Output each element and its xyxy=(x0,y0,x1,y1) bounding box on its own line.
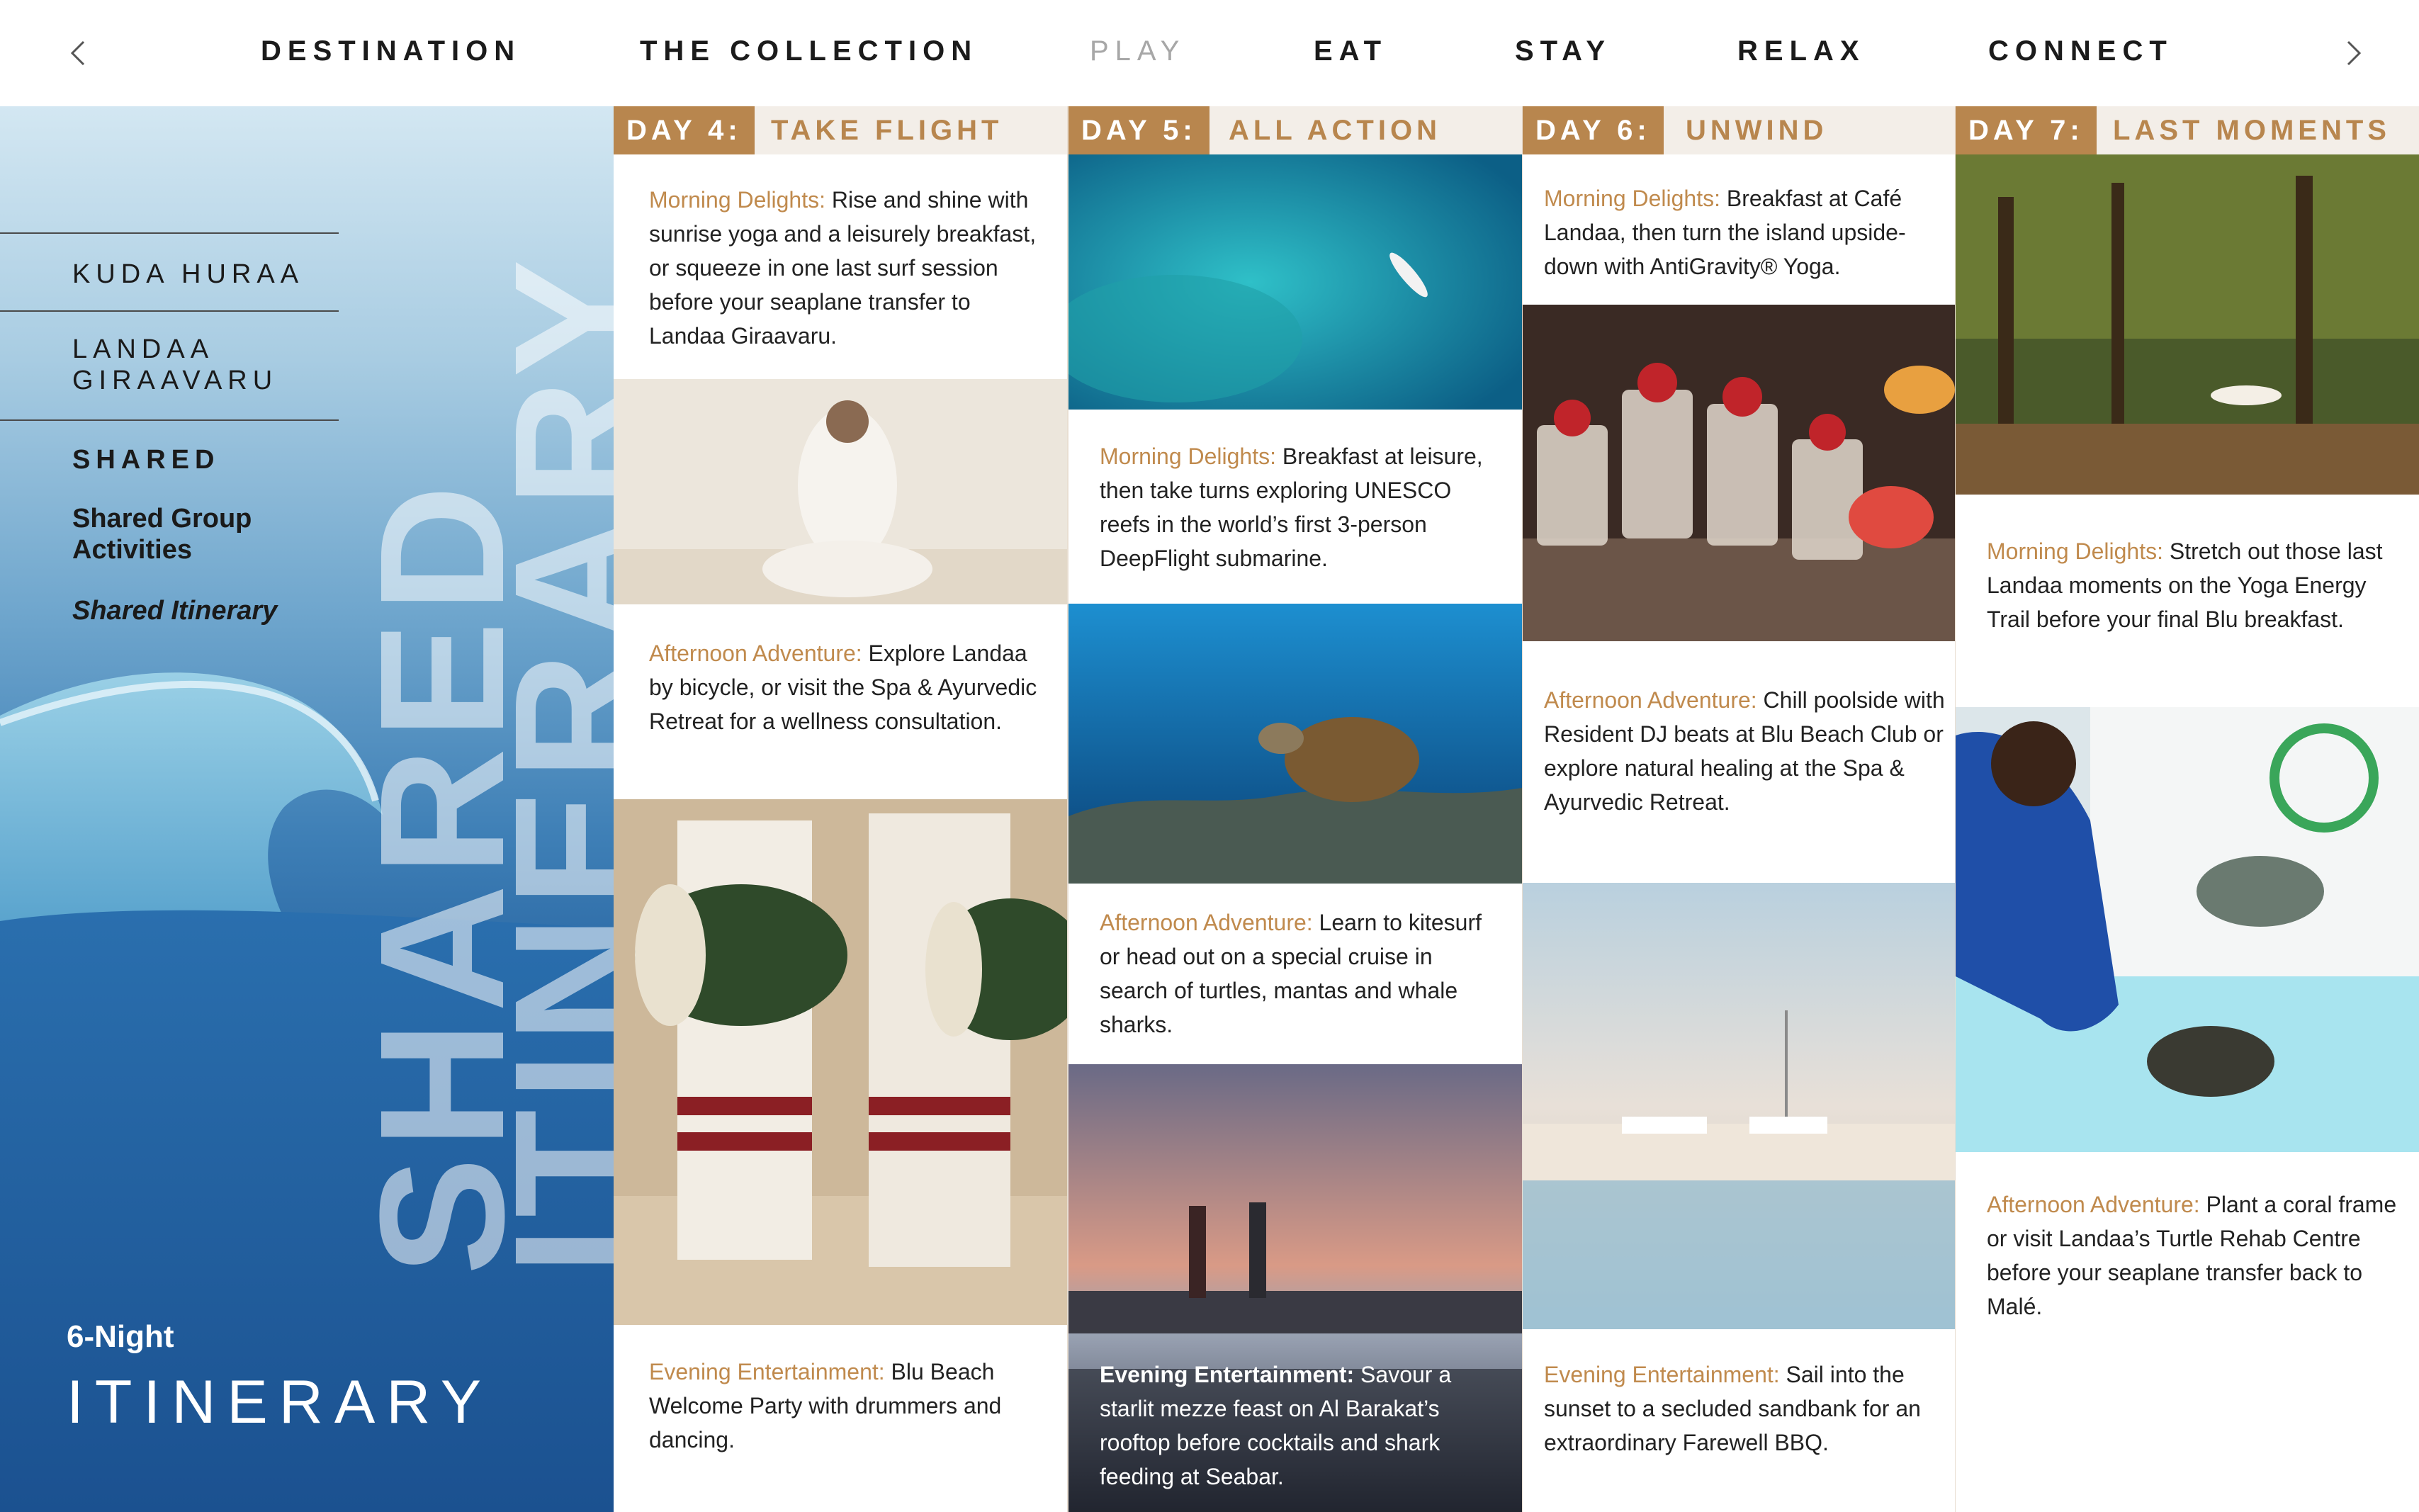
morning-text: Morning Delights: Stretch out those last… xyxy=(1987,534,2398,636)
hero-title: ITINERARY xyxy=(67,1368,493,1436)
chevron-left-icon[interactable] xyxy=(57,28,99,78)
turtle-rehab-photo xyxy=(1956,707,2419,1152)
nav-the-collection[interactable]: THE COLLECTION xyxy=(640,35,978,67)
day-header: DAY 4: TAKE FLIGHT xyxy=(614,106,1067,154)
day-title: TAKE FLIGHT xyxy=(771,114,1003,146)
sidebar-sub-group-activities-l2[interactable]: Activities xyxy=(72,534,192,565)
day-6-column: DAY 6: UNWIND Morning Delights: Breakfas… xyxy=(1523,106,1955,1512)
morning-text: Morning Delights: Breakfast at leisure, … xyxy=(1100,439,1496,575)
day-title: ALL ACTION xyxy=(1229,114,1441,146)
day-tag: DAY 5: xyxy=(1068,106,1210,154)
afternoon-text: Afternoon Adventure: Learn to kitesurf o… xyxy=(1100,905,1496,1042)
day-tag: DAY 4: xyxy=(614,106,755,154)
day-4-column: DAY 4: TAKE FLIGHT Morning Delights: Ris… xyxy=(614,106,1067,1512)
watermark-itinerary: ITINERARY xyxy=(478,250,614,1275)
day-header: DAY 5: ALL ACTION xyxy=(1068,106,1522,154)
afternoon-label: Afternoon Adventure: xyxy=(649,641,862,666)
evening-text: Evening Entertainment: Blu Beach Welcome… xyxy=(649,1355,1053,1457)
evening-label: Evening Entertainment: xyxy=(1100,1362,1355,1387)
day-header: DAY 6: UNWIND xyxy=(1523,106,1955,154)
evening-text: Evening Entertainment: Sail into the sun… xyxy=(1544,1358,1948,1460)
nav-connect[interactable]: CONNECT xyxy=(1988,35,2173,67)
afternoon-label: Afternoon Adventure: xyxy=(1544,687,1757,713)
sidebar-item-kuda-huraa[interactable]: KUDA HURAA xyxy=(72,258,304,290)
chevron-right-icon[interactable] xyxy=(2333,28,2375,78)
afternoon-text: Afternoon Adventure: Chill poolside with… xyxy=(1544,683,1948,819)
sidebar-sub-shared-itinerary[interactable]: Shared Itinerary xyxy=(72,595,277,626)
nav-destination[interactable]: DESTINATION xyxy=(261,35,521,67)
nav-play[interactable]: PLAY xyxy=(1090,35,1185,67)
breakfast-photo xyxy=(1523,305,1955,641)
turtle-photo xyxy=(1068,604,1522,884)
nav-eat[interactable]: EAT xyxy=(1314,35,1387,67)
yoga-trail-photo xyxy=(1956,154,2419,495)
day-7-column: DAY 7: LAST MOMENTS Morning Delights: St… xyxy=(1956,106,2419,1512)
yoga-photo xyxy=(614,379,1067,604)
divider xyxy=(0,310,339,312)
evening-label: Evening Entertainment: xyxy=(649,1359,885,1384)
morning-text: Morning Delights: Breakfast at Café Land… xyxy=(1544,181,1948,283)
day-header: DAY 7: LAST MOMENTS xyxy=(1956,106,2419,154)
evening-text: Evening Entertainment: Savour a starlit … xyxy=(1100,1358,1504,1494)
evening-label: Evening Entertainment: xyxy=(1544,1362,1780,1387)
morning-label: Morning Delights: xyxy=(1987,538,2163,564)
afternoon-label: Afternoon Adventure: xyxy=(1100,910,1313,935)
sidebar-item-shared[interactable]: SHARED xyxy=(72,444,220,476)
submarine-photo xyxy=(1068,154,1522,410)
morning-text: Morning Delights: Rise and shine with su… xyxy=(649,183,1046,353)
morning-label: Morning Delights: xyxy=(649,187,825,213)
day-tag: DAY 7: xyxy=(1956,106,2097,154)
afternoon-label: Afternoon Adventure: xyxy=(1987,1192,2200,1217)
nav-stay[interactable]: STAY xyxy=(1515,35,1611,67)
sidebar-sub-group-activities-l1[interactable]: Shared Group xyxy=(72,503,252,534)
divider xyxy=(0,419,339,421)
afternoon-text: Afternoon Adventure: Plant a coral frame… xyxy=(1987,1187,2398,1324)
drummers-photo xyxy=(614,799,1067,1325)
afternoon-text: Afternoon Adventure: Explore Landaa by b… xyxy=(649,636,1046,738)
morning-label: Morning Delights: xyxy=(1100,444,1276,469)
divider xyxy=(0,232,339,234)
sidebar-item-landaa-line1[interactable]: LANDAA xyxy=(72,333,214,366)
day-title: LAST MOMENTS xyxy=(2113,114,2391,146)
nav-relax[interactable]: RELAX xyxy=(1737,35,1866,67)
day-tag: DAY 6: xyxy=(1523,106,1664,154)
day-title: UNWIND xyxy=(1686,114,1828,146)
sandbank-dinner-photo xyxy=(1523,883,1955,1329)
day-5-column: DAY 5: ALL ACTION Morning Delights: Brea… xyxy=(1068,106,1522,1512)
top-navigation: DESTINATION THE COLLECTION PLAY EAT STAY… xyxy=(0,0,2419,106)
hero-panel: SHARED ITINERARY KUDA HURAA LANDAA GIRAA… xyxy=(0,106,614,1512)
morning-label: Morning Delights: xyxy=(1544,186,1720,211)
sidebar-item-landaa-line2[interactable]: GIRAAVARU xyxy=(72,364,278,397)
hero-eyebrow: 6-Night xyxy=(67,1319,174,1354)
